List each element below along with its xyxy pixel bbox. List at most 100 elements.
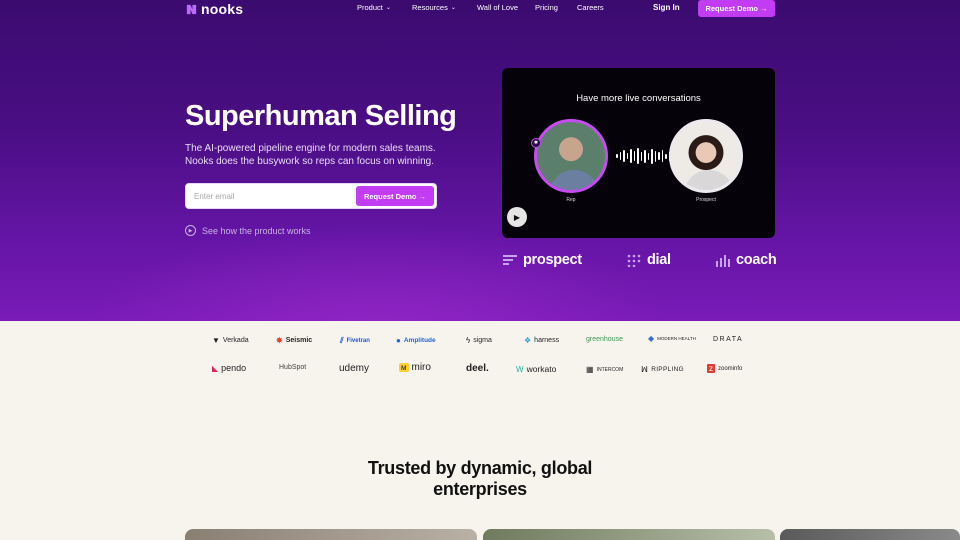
nav-pricing-label: Pricing bbox=[535, 3, 558, 12]
logo-intercom: ▦ INTERCOM bbox=[586, 365, 623, 374]
logo-amplitude: ● Amplitude bbox=[396, 336, 436, 345]
amplitude-icon: ● bbox=[396, 336, 401, 345]
product-coach-label: coach bbox=[736, 252, 777, 268]
logo-label: zoominfo bbox=[718, 365, 743, 372]
rippling-icon: ꟽ bbox=[641, 365, 649, 374]
logo-label: harness bbox=[534, 337, 560, 344]
nav-resources[interactable]: Resources ⌄ bbox=[412, 3, 456, 12]
see-how-link[interactable]: ▶ See how the product works bbox=[185, 225, 311, 236]
logo-label: miro bbox=[411, 362, 431, 373]
product-dial[interactable]: dial bbox=[626, 252, 671, 268]
nooks-badge-icon: ✱ bbox=[531, 138, 541, 148]
logo-harness: ❖ harness bbox=[524, 336, 559, 345]
chevron-down-icon: ⌄ bbox=[450, 5, 456, 11]
trusted-heading-line2: enterprises bbox=[433, 479, 527, 499]
sign-in-link[interactable]: Sign In bbox=[653, 3, 680, 12]
prospect-caption: Prospect bbox=[696, 197, 716, 203]
logo-label: Verkada bbox=[222, 337, 249, 344]
prospect-avatar bbox=[669, 119, 743, 193]
zoominfo-icon: z bbox=[707, 364, 715, 373]
nav-resources-label: Resources bbox=[412, 3, 448, 12]
logo-drata: DRATA bbox=[713, 336, 743, 343]
logo-deel: deel. bbox=[466, 363, 489, 374]
logo-label: HubSpot bbox=[279, 364, 307, 371]
logo-rippling: ꟽ RIPPLING bbox=[641, 365, 684, 374]
logo-zoominfo: z zoominfo bbox=[707, 364, 742, 373]
logo-label: RIPPLING bbox=[651, 366, 684, 373]
nooks-logo-icon bbox=[186, 4, 197, 14]
hero-title: Superhuman Selling bbox=[185, 100, 457, 132]
trusted-heading: Trusted by dynamic, global enterprises bbox=[0, 458, 960, 500]
logo-greenhouse: greenhouse bbox=[586, 336, 623, 343]
logo-hubspot: HubSpot bbox=[279, 364, 306, 371]
logo-modern-health: ◆ MODERN HEALTH bbox=[648, 334, 696, 343]
logo-text: nooks bbox=[201, 1, 244, 17]
logo-workato: Wworkato bbox=[516, 364, 556, 374]
nav-product-label: Product bbox=[357, 3, 383, 12]
nav-wall-of-love-label: Wall of Love bbox=[477, 3, 518, 12]
video-title: Have more live conversations bbox=[576, 93, 701, 104]
nav-careers[interactable]: Careers bbox=[577, 3, 604, 12]
logo-pendo: ◣ pendo bbox=[212, 363, 246, 373]
email-signup-form: Request Demo → bbox=[185, 183, 437, 209]
hero-subtitle-line1: The AI-powered pipeline engine for moder… bbox=[185, 143, 436, 154]
logo-label: udemy bbox=[339, 363, 370, 374]
nooks-logo[interactable]: nooks bbox=[185, 1, 243, 17]
nav-product[interactable]: Product ⌄ bbox=[357, 3, 391, 12]
harness-icon: ❖ bbox=[524, 336, 532, 345]
logo-seismic: ✸ Seismic bbox=[276, 336, 312, 345]
rep-caption: Rep bbox=[566, 197, 576, 203]
see-how-label: See how the product works bbox=[202, 225, 311, 236]
rep-avatar bbox=[534, 119, 608, 193]
verkada-icon: ▼ bbox=[212, 336, 220, 345]
logo-miro: м miro bbox=[399, 362, 431, 373]
hero-subtitle: The AI-powered pipeline engine for moder… bbox=[185, 143, 436, 168]
logo-label: pendo bbox=[221, 363, 247, 373]
play-icon[interactable]: ▶ bbox=[507, 207, 527, 227]
logo-label: MODERN HEALTH bbox=[657, 336, 696, 341]
logo-label: workato bbox=[526, 364, 557, 374]
logo-label: greenhouse bbox=[586, 336, 623, 343]
pendo-icon: ◣ bbox=[212, 363, 219, 373]
modern-health-icon: ◆ bbox=[648, 334, 655, 343]
dial-icon bbox=[627, 254, 641, 267]
nav-wall-of-love[interactable]: Wall of Love bbox=[477, 3, 518, 12]
sigma-icon: ϟ bbox=[466, 336, 471, 345]
intercom-icon: ▦ bbox=[586, 365, 594, 374]
logo-label: Amplitude bbox=[403, 337, 436, 344]
logo-label: sigma bbox=[473, 337, 492, 344]
nav-careers-label: Careers bbox=[577, 3, 604, 12]
logo-label: Fivetran bbox=[346, 338, 370, 344]
logo-label: DRATA bbox=[713, 336, 744, 343]
testimonial-card[interactable] bbox=[185, 529, 477, 540]
logo-verkada: ▼ Verkada bbox=[212, 336, 249, 345]
prospect-icon bbox=[503, 255, 517, 265]
product-prospect-label: prospect bbox=[523, 252, 582, 268]
seismic-icon: ✸ bbox=[276, 336, 283, 345]
logo-label: deel. bbox=[466, 363, 489, 374]
logo-udemy: udemy bbox=[339, 363, 369, 374]
nav-pricing[interactable]: Pricing bbox=[535, 3, 558, 12]
coach-icon bbox=[716, 255, 730, 267]
logo-sigma: ϟ sigma bbox=[466, 336, 492, 345]
miro-icon: м bbox=[399, 363, 409, 372]
fivetran-icon: ⫽ bbox=[340, 336, 344, 345]
logo-label: INTERCOM bbox=[596, 366, 624, 373]
email-request-demo-button[interactable]: Request Demo → bbox=[356, 186, 434, 206]
request-demo-button[interactable]: Request Demo → bbox=[698, 0, 775, 17]
email-field[interactable] bbox=[194, 190, 354, 203]
play-circle-icon: ▶ bbox=[185, 225, 196, 236]
product-prospect[interactable]: prospect bbox=[502, 252, 582, 268]
testimonial-card[interactable] bbox=[780, 529, 960, 540]
chevron-down-icon: ⌄ bbox=[385, 5, 391, 11]
demo-video[interactable]: Have more live conversations ✱ Rep Prosp… bbox=[502, 68, 775, 238]
hero-subtitle-line2: Nooks does the busywork so reps can focu… bbox=[185, 155, 435, 167]
audio-waveform-icon bbox=[616, 148, 674, 164]
workato-icon: W bbox=[516, 364, 524, 374]
logo-label: Seismic bbox=[285, 337, 313, 344]
hero-section: nooks Product ⌄ Resources ⌄ Wall of Love… bbox=[0, 0, 960, 321]
trusted-heading-line1: Trusted by dynamic, global bbox=[367, 458, 593, 478]
testimonial-card[interactable] bbox=[483, 529, 775, 540]
product-dial-label: dial bbox=[647, 252, 671, 268]
product-coach[interactable]: coach bbox=[715, 252, 777, 268]
